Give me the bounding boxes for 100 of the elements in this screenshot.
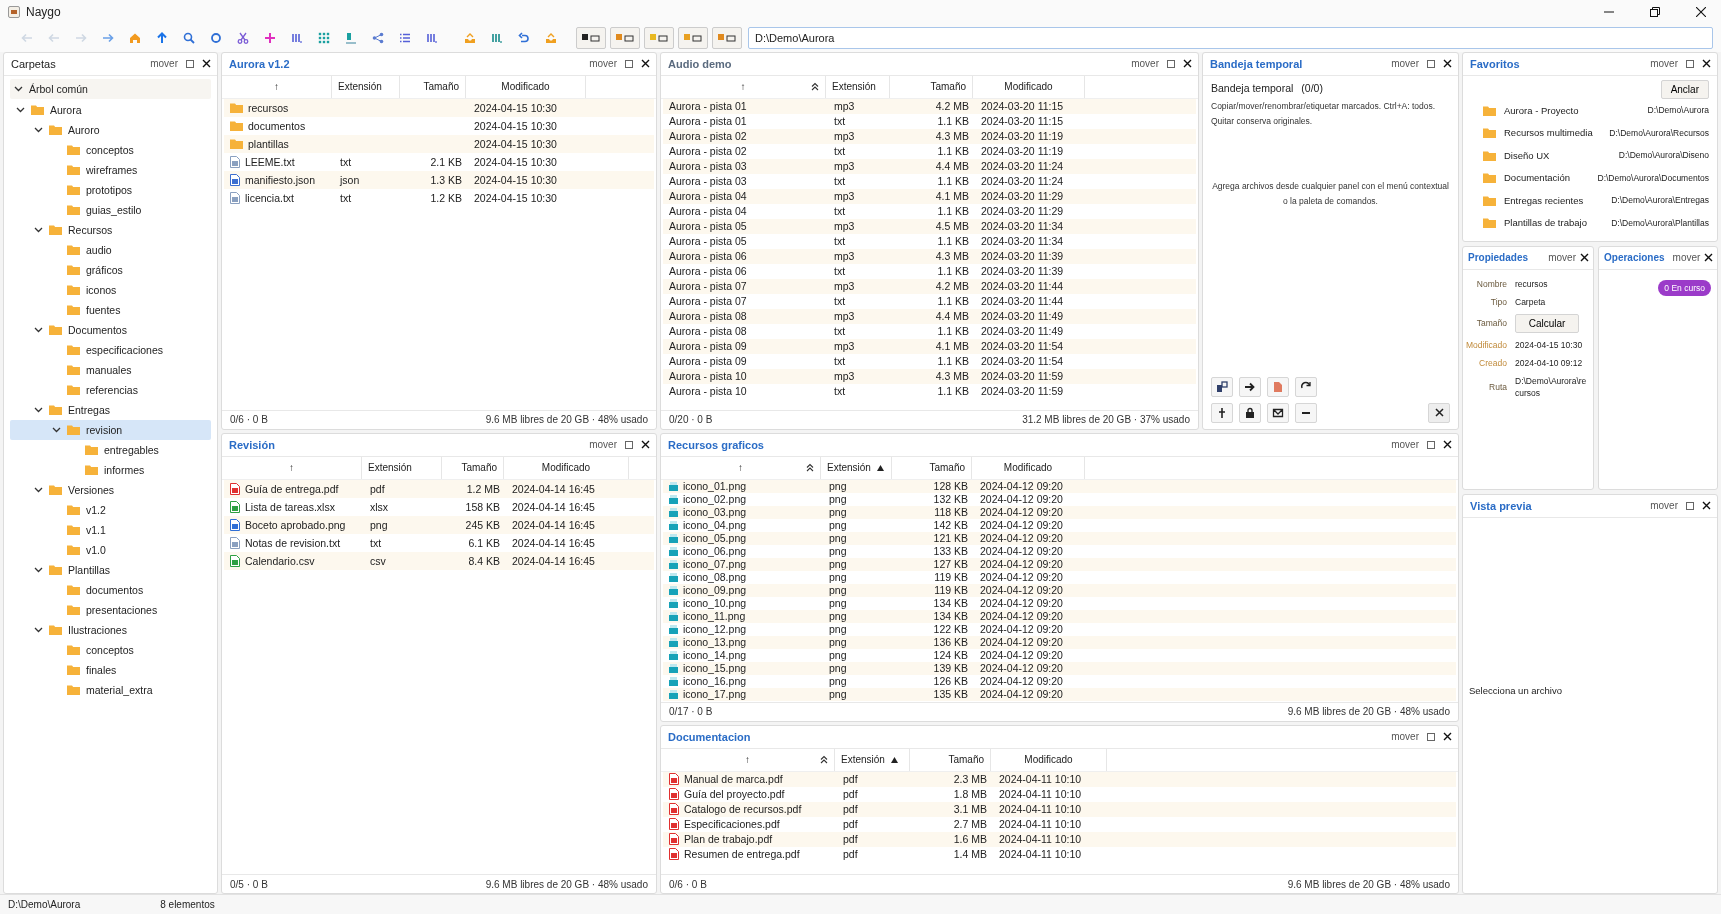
file-row[interactable]: Aurora - pista 09 mp3 4.1 MB 2024-03-20 11:54 [663, 338, 1196, 354]
maximize-icon[interactable] [1427, 732, 1435, 741]
tree-item[interactable]: v1.0 [10, 539, 211, 560]
file-row[interactable]: Aurora - pista 10 mp3 4.3 MB 2024-03-20 11:59 [663, 368, 1196, 384]
column-header[interactable]: Modificado [972, 456, 1085, 479]
tree-item[interactable]: especificaciones [10, 339, 211, 360]
favorite-item[interactable]: Aurora - Proyecto D:\Demo\Aurora [1483, 98, 1709, 122]
file-row[interactable]: icono_05.png png 121 KB 2024-04-12 09:20 [663, 531, 1456, 545]
file-row[interactable]: Aurora - pista 04 txt 1.1 KB 2024-03-20 11:29 [663, 203, 1196, 219]
file-row[interactable]: documentos 2024-04-15 10:30 [224, 116, 654, 135]
chevron-down-icon[interactable] [34, 625, 43, 635]
file-row[interactable]: icono_13.png png 136 KB 2024-04-12 09:20 [663, 635, 1456, 649]
column-header[interactable]: ↑ [661, 75, 826, 98]
tree-item[interactable]: conceptos [10, 139, 211, 160]
tree-item[interactable]: Recursos [10, 219, 211, 240]
tree-item[interactable]: fuentes [10, 299, 211, 320]
file-row[interactable]: Plan de trabajo.pdf pdf 1.6 MB 2024-04-11 10:10 [663, 831, 1456, 847]
file-row[interactable]: Aurora - pista 03 mp3 4.4 MB 2024-03-20 11:24 [663, 158, 1196, 174]
move-handle[interactable]: mover [1131, 58, 1159, 70]
file-row[interactable]: Lista de tareas.xlsx xlsx 158 KB 2024-04-14 16:45 [224, 497, 654, 516]
tree-item[interactable]: iconos [10, 279, 211, 300]
file-row[interactable]: icono_10.png png 134 KB 2024-04-12 09:20 [663, 596, 1456, 610]
maximize-icon[interactable] [1686, 501, 1694, 510]
favorite-item[interactable]: Documentación D:\Demo\Aurora\Documentos [1483, 166, 1709, 189]
file-row[interactable]: Aurora - pista 05 mp3 4.5 MB 2024-03-20 11:34 [663, 218, 1196, 234]
file-row[interactable]: icono_16.png png 126 KB 2024-04-12 09:20 [663, 674, 1456, 688]
column-header[interactable]: ↑ [661, 456, 821, 479]
favorite-item[interactable]: Plantillas de trabajo D:\Demo\Aurora\Plantillas [1483, 211, 1709, 234]
file-row[interactable]: Notas de revision.txt txt 6.1 KB 2024-04-14 16:45 [224, 533, 654, 552]
column-header[interactable]: ↑ [222, 75, 332, 98]
file-row[interactable]: icono_11.png png 134 KB 2024-04-12 09:20 [663, 609, 1456, 623]
chevron-down-icon[interactable] [34, 325, 43, 335]
chevron-down-icon[interactable] [14, 84, 23, 94]
file-row[interactable]: Catalogo de recursos.pdf pdf 3.1 MB 2024-04-11 10:10 [663, 801, 1456, 817]
tree-item[interactable]: Plantillas [10, 559, 211, 580]
column-header[interactable]: Extensión [827, 462, 871, 474]
file-row[interactable]: plantillas 2024-04-15 10:30 [224, 134, 654, 153]
close-icon[interactable] [1704, 253, 1714, 263]
file-row[interactable]: Aurora - pista 02 mp3 4.3 MB 2024-03-20 11:19 [663, 128, 1196, 144]
tree-item[interactable]: manuales [10, 359, 211, 380]
maximize-icon[interactable] [1686, 59, 1694, 68]
calculate-button[interactable]: Calcular [1515, 313, 1579, 333]
file-row[interactable]: icono_06.png png 133 KB 2024-04-12 09:20 [663, 544, 1456, 558]
chevron-down-icon[interactable] [34, 125, 43, 135]
move-handle[interactable]: mover [1391, 58, 1419, 70]
file-row[interactable]: Aurora - pista 07 mp3 4.2 MB 2024-03-20 11:44 [663, 278, 1196, 294]
file-row[interactable]: Aurora - pista 04 mp3 4.1 MB 2024-03-20 11:29 [663, 188, 1196, 204]
file-row[interactable]: Guía del proyecto.pdf pdf 1.8 MB 2024-04-11 10:10 [663, 786, 1456, 802]
file-row[interactable]: Aurora - pista 05 txt 1.1 KB 2024-03-20 11:34 [663, 233, 1196, 249]
column-header[interactable]: Tamaño [892, 456, 972, 479]
tree-item[interactable]: gráficos [10, 259, 211, 280]
column-header[interactable]: Tamaño [890, 75, 973, 98]
tree-item[interactable]: Auroro [10, 119, 211, 140]
tree-item[interactable]: wireframes [10, 159, 211, 180]
chevron-down-icon[interactable] [34, 225, 43, 235]
file-row[interactable]: icono_09.png png 119 KB 2024-04-12 09:20 [663, 583, 1456, 597]
file-row[interactable]: icono_03.png png 118 KB 2024-04-12 09:20 [663, 505, 1456, 519]
close-icon[interactable] [641, 440, 650, 450]
close-icon[interactable] [1580, 253, 1589, 263]
file-row[interactable]: icono_02.png png 132 KB 2024-04-12 09:20 [663, 492, 1456, 506]
tree-item[interactable]: Documentos [10, 319, 211, 340]
tree-item[interactable]: Versiones [10, 479, 211, 500]
move-handle[interactable]: mover [150, 58, 178, 70]
favorite-item[interactable]: Entregas recientes D:\Demo\Aurora\Entregas [1483, 188, 1709, 212]
close-icon[interactable] [641, 59, 650, 69]
chevron-down-icon[interactable] [34, 485, 43, 495]
tree-item[interactable]: audio [10, 239, 211, 260]
layout-button[interactable] [576, 27, 606, 49]
tree-root[interactable]: Árbol común [10, 78, 211, 99]
close-icon[interactable] [1443, 732, 1452, 742]
file-row[interactable]: icono_14.png png 124 KB 2024-04-12 09:20 [663, 648, 1456, 662]
tree-item[interactable]: informes [10, 459, 211, 480]
column-header[interactable]: Extensión [338, 81, 382, 93]
close-icon[interactable] [1702, 501, 1711, 511]
file-row[interactable]: Aurora - pista 08 txt 1.1 KB 2024-03-20 11:49 [663, 323, 1196, 339]
chevron-down-icon[interactable] [34, 565, 43, 575]
minus-button[interactable] [1295, 402, 1317, 423]
column-header[interactable]: Modificado [973, 75, 1085, 98]
chevron-down-icon[interactable] [16, 105, 25, 115]
column-header[interactable]: ↑ [222, 456, 362, 479]
tree-item[interactable]: conceptos [10, 639, 211, 660]
collapse-icon[interactable] [806, 463, 814, 473]
tree-item[interactable]: documentos [10, 579, 211, 600]
move-handle[interactable]: mover [589, 58, 617, 70]
file-row[interactable]: Aurora - pista 09 txt 1.1 KB 2024-03-20 11:54 [663, 353, 1196, 369]
file-row[interactable]: Aurora - pista 02 txt 1.1 KB 2024-03-20 11:19 [663, 143, 1196, 159]
tree-item[interactable]: revision [10, 419, 211, 440]
move-handle[interactable]: mover [1391, 439, 1419, 451]
file-row[interactable]: icono_08.png png 119 KB 2024-04-12 09:20 [663, 570, 1456, 584]
file-row[interactable]: Aurora - pista 03 txt 1.1 KB 2024-03-20 11:24 [663, 173, 1196, 189]
column-header[interactable]: Tamaño [910, 748, 991, 771]
move-handle[interactable]: mover [1391, 731, 1419, 743]
file-row[interactable]: Aurora - pista 06 mp3 4.3 MB 2024-03-20 11:39 [663, 248, 1196, 264]
file-row[interactable]: Aurora - pista 10 txt 1.1 KB 2024-03-20 11:59 [663, 383, 1196, 399]
file-row[interactable]: Especificaciones.pdf pdf 2.7 MB 2024-04-11 10:10 [663, 816, 1456, 832]
copy-button[interactable] [1211, 376, 1233, 397]
file-row[interactable]: icono_17.png png 135 KB 2024-04-12 09:20 [663, 687, 1456, 701]
column-header[interactable]: Tamaño [442, 456, 504, 479]
file-row[interactable]: icono_04.png png 142 KB 2024-04-12 09:20 [663, 518, 1456, 532]
maximize-icon[interactable] [1167, 59, 1175, 68]
